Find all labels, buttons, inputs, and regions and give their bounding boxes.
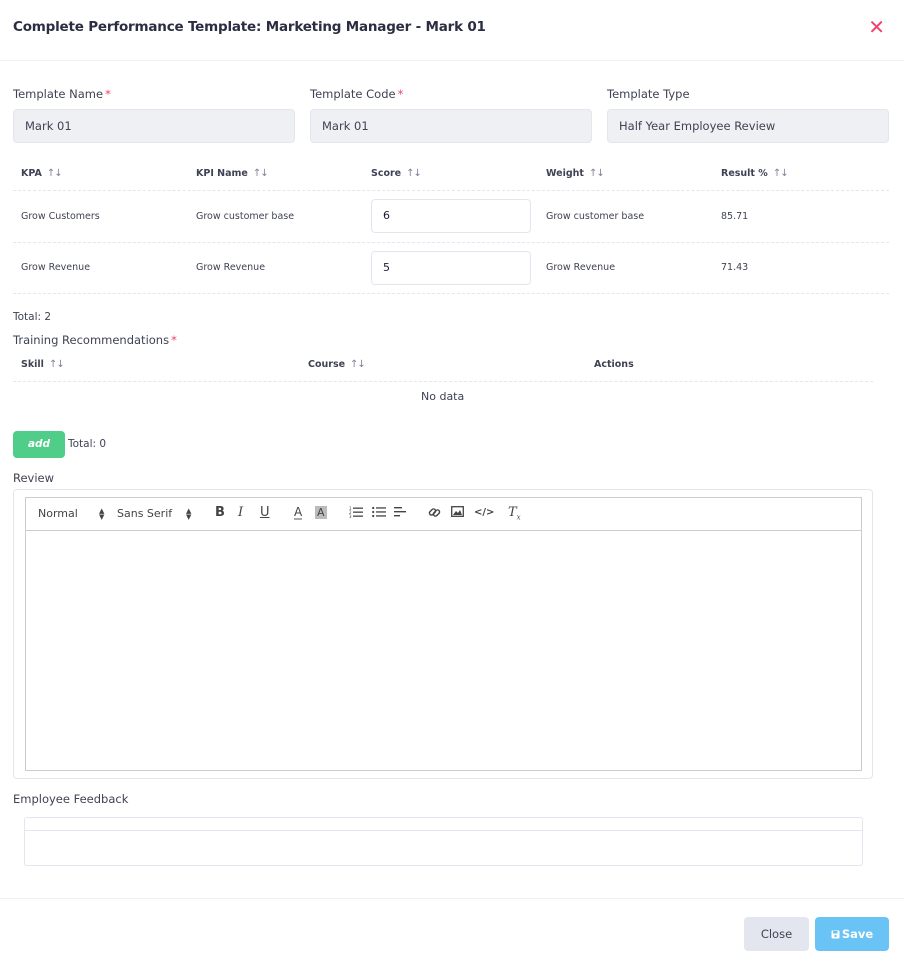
sort-icon[interactable]: ↑↓ bbox=[47, 168, 63, 179]
underline-icon[interactable]: U bbox=[260, 506, 270, 520]
column-header-result[interactable]: Result % ↑↓ bbox=[721, 168, 789, 179]
column-header-kpa[interactable]: KPA ↑↓ bbox=[21, 168, 63, 179]
select-arrows-icon: ▲ ▼ bbox=[99, 507, 105, 521]
save-button[interactable]: Save bbox=[815, 917, 889, 951]
bullet-list-icon[interactable] bbox=[372, 506, 386, 522]
column-header-kpi-name[interactable]: KPI Name ↑↓ bbox=[196, 168, 269, 179]
align-icon[interactable] bbox=[394, 506, 408, 522]
required-mark: * bbox=[105, 87, 111, 101]
table-divider bbox=[13, 381, 873, 382]
required-mark: * bbox=[397, 87, 404, 101]
ordered-list-icon[interactable]: 123 bbox=[349, 506, 363, 522]
training-label: Training Recommendations * bbox=[13, 333, 177, 347]
italic-icon[interactable]: I bbox=[238, 506, 243, 520]
header-text: Skill bbox=[21, 359, 44, 370]
cell-kpi-name: Grow customer base bbox=[196, 211, 295, 222]
footer-divider bbox=[0, 898, 904, 899]
save-label: Save bbox=[841, 927, 874, 941]
column-header-course[interactable]: Course ↑↓ bbox=[308, 359, 366, 370]
empty-state: No data bbox=[421, 390, 465, 403]
header-text: KPA bbox=[21, 168, 42, 179]
training-total: Total: 0 bbox=[68, 438, 107, 450]
table-divider bbox=[13, 242, 889, 243]
required-mark: * bbox=[171, 333, 177, 347]
header-text: Weight bbox=[546, 168, 584, 179]
code-icon[interactable]: </> bbox=[474, 506, 494, 520]
score-input[interactable]: 5 bbox=[371, 251, 531, 285]
modal-header: Complete Performance Template: Marketing… bbox=[0, 0, 904, 61]
background-color-icon[interactable]: A bbox=[315, 506, 327, 519]
cell-kpi-name: Grow Revenue bbox=[196, 262, 266, 273]
cell-result: 71.43 bbox=[721, 262, 749, 273]
cell-result: 85.71 bbox=[721, 211, 749, 222]
editor-toolbar: Normal ▲ ▼ Sans Serif ▲ ▼ B I U A A 123 </… bbox=[25, 497, 862, 531]
close-icon[interactable]: ✕ bbox=[868, 17, 885, 37]
table-divider bbox=[13, 190, 889, 191]
training-label-text: Training Recommendations bbox=[13, 333, 170, 347]
column-header-weight[interactable]: Weight ↑↓ bbox=[546, 168, 605, 179]
cell-weight: Grow Revenue bbox=[546, 262, 616, 273]
add-button[interactable]: add bbox=[13, 431, 65, 458]
close-button[interactable]: Close bbox=[744, 917, 809, 951]
header-text: Result % bbox=[721, 168, 768, 179]
score-input[interactable]: 6 bbox=[371, 199, 531, 233]
header-text: Score bbox=[371, 168, 402, 179]
template-name-label: Template Name * bbox=[13, 87, 111, 101]
header-text: Course bbox=[308, 359, 346, 370]
table-divider bbox=[13, 293, 889, 294]
cell-kpa: Grow Revenue bbox=[21, 262, 91, 273]
sort-icon[interactable]: ↑↓ bbox=[589, 168, 605, 179]
review-label: Review bbox=[13, 471, 55, 485]
template-name-input[interactable]: Mark 01 bbox=[13, 109, 295, 143]
font-select[interactable]: Sans Serif bbox=[117, 507, 172, 520]
header-text: KPI Name bbox=[196, 168, 248, 179]
svg-text:3: 3 bbox=[349, 514, 352, 518]
sort-icon[interactable]: ↑↓ bbox=[773, 168, 789, 179]
save-icon bbox=[831, 930, 840, 939]
clear-format-icon[interactable]: Tx bbox=[508, 506, 521, 525]
select-arrows-icon: ▲ ▼ bbox=[186, 507, 192, 521]
template-type-label: Template Type bbox=[607, 87, 690, 101]
image-icon[interactable] bbox=[451, 506, 464, 521]
column-header-score[interactable]: Score ↑↓ bbox=[371, 168, 422, 179]
employee-feedback-label: Employee Feedback bbox=[13, 792, 129, 806]
template-code-input[interactable]: Mark 01 bbox=[310, 109, 592, 143]
modal-title: Complete Performance Template: Marketing… bbox=[13, 19, 486, 35]
column-header-skill[interactable]: Skill ↑↓ bbox=[21, 359, 65, 370]
sort-icon[interactable]: ↑↓ bbox=[49, 359, 65, 370]
template-name-label-text: Template Name bbox=[13, 87, 104, 101]
kpi-total: Total: 2 bbox=[13, 311, 52, 323]
template-type-input[interactable]: Half Year Employee Review bbox=[607, 109, 889, 143]
sort-icon[interactable]: ↑↓ bbox=[406, 168, 422, 179]
cell-kpa: Grow Customers bbox=[21, 211, 100, 222]
bold-icon[interactable]: B bbox=[215, 506, 225, 520]
column-header-actions: Actions bbox=[594, 359, 634, 370]
link-icon[interactable] bbox=[428, 506, 441, 523]
text-color-icon[interactable]: A bbox=[294, 506, 303, 520]
size-select[interactable]: Normal bbox=[38, 507, 78, 520]
feedback-toolbar-divider bbox=[25, 830, 862, 831]
template-code-label-text: Template Code bbox=[310, 87, 396, 101]
cell-weight: Grow customer base bbox=[546, 211, 645, 222]
sort-icon[interactable]: ↑↓ bbox=[253, 168, 269, 179]
employee-feedback-editor[interactable] bbox=[24, 817, 863, 866]
template-code-label: Template Code * bbox=[310, 87, 403, 101]
sort-icon[interactable]: ↑↓ bbox=[350, 359, 366, 370]
review-editor[interactable] bbox=[25, 530, 862, 771]
